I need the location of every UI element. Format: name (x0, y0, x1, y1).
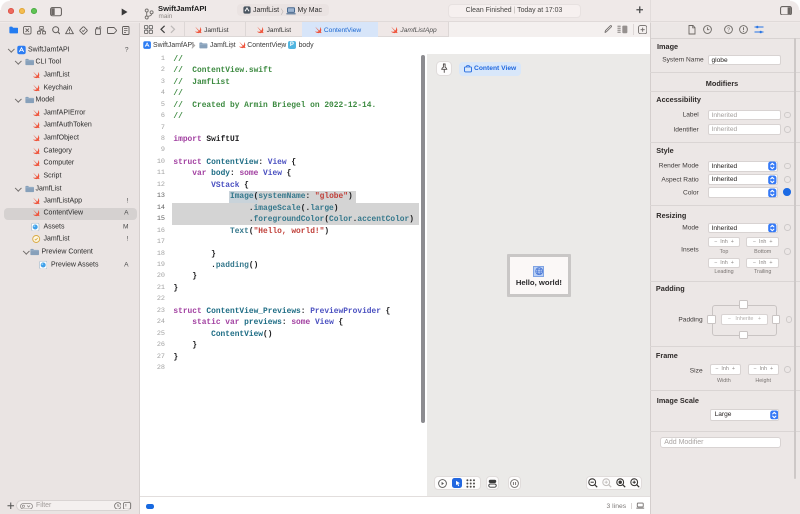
svg-text:?: ? (726, 28, 729, 34)
